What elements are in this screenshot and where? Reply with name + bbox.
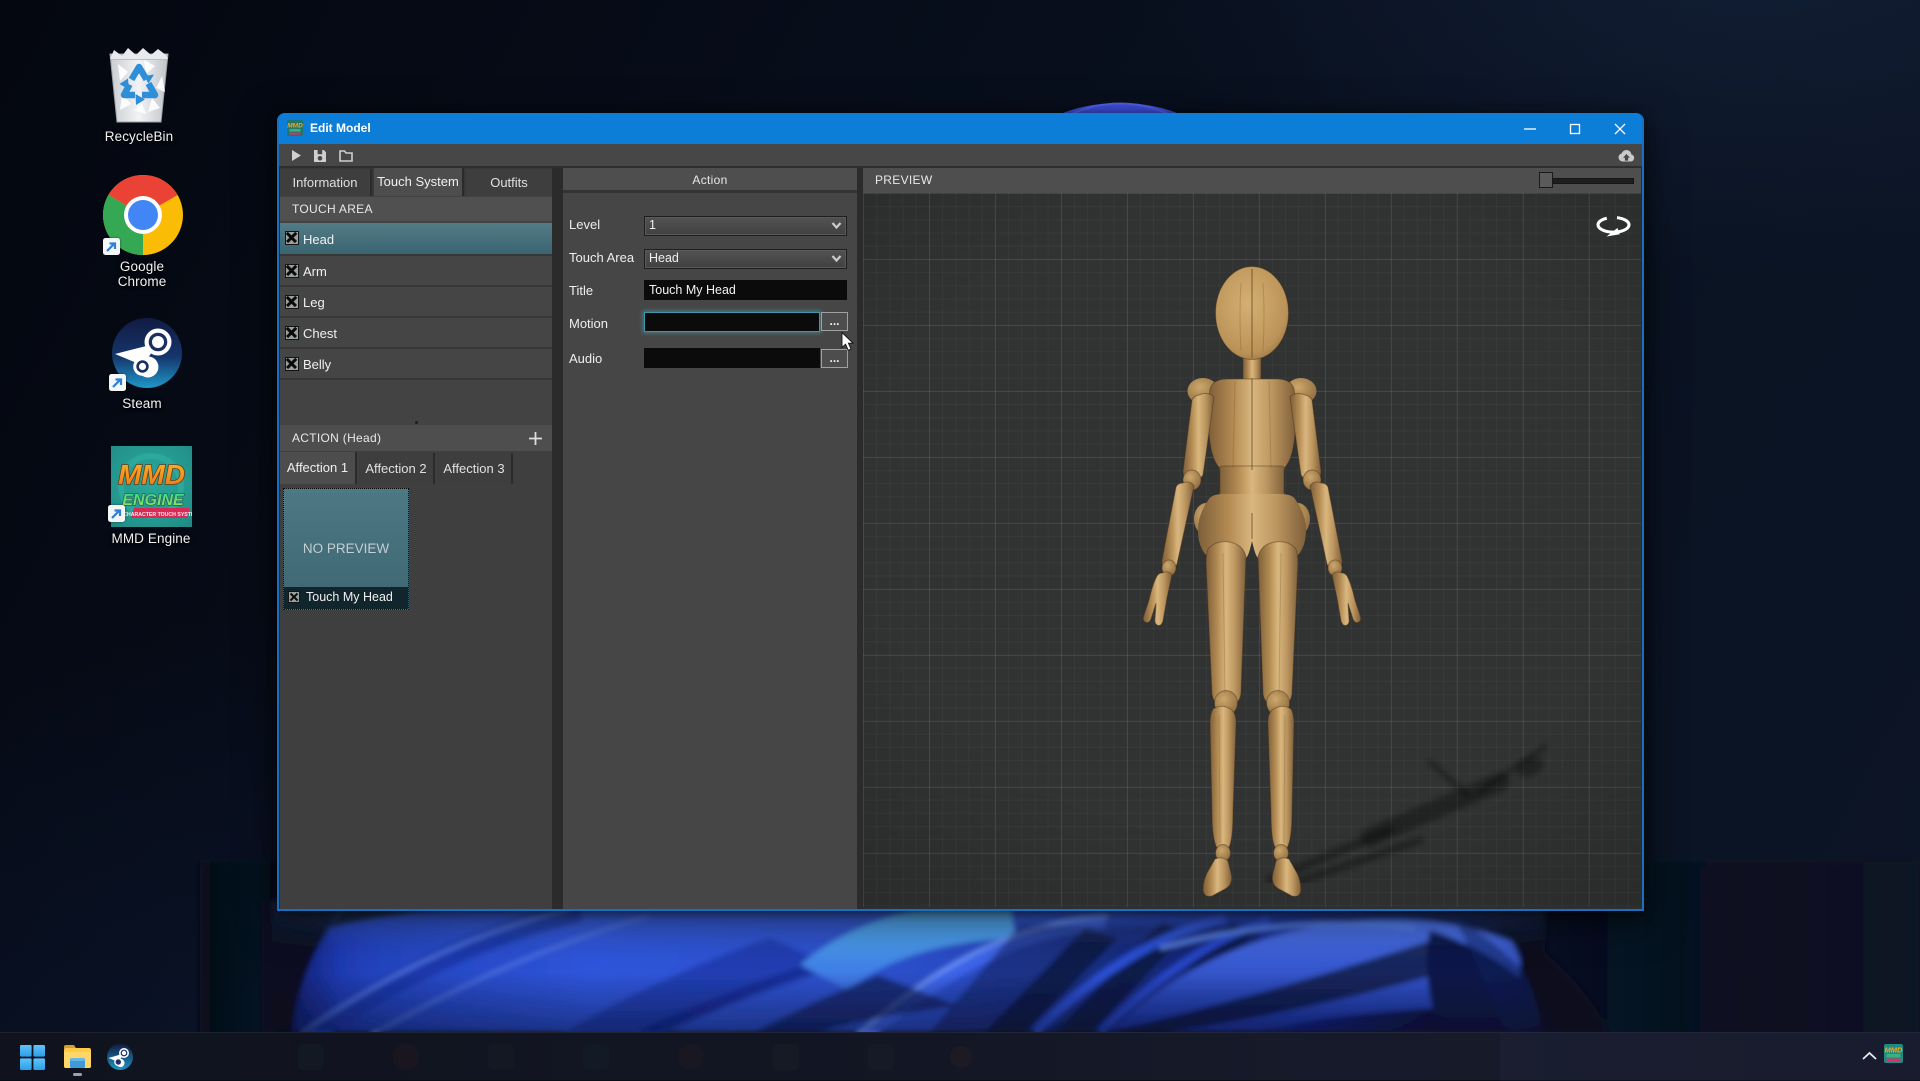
svg-text:ENGINE: ENGINE bbox=[122, 492, 185, 509]
svg-text:MMD: MMD bbox=[118, 459, 185, 490]
svg-text:MMD: MMD bbox=[1885, 1046, 1903, 1055]
svg-text:MMD: MMD bbox=[287, 123, 303, 130]
svg-text:CHARACTER TOUCH SYSTEM: CHARACTER TOUCH SYSTEM bbox=[123, 512, 192, 518]
